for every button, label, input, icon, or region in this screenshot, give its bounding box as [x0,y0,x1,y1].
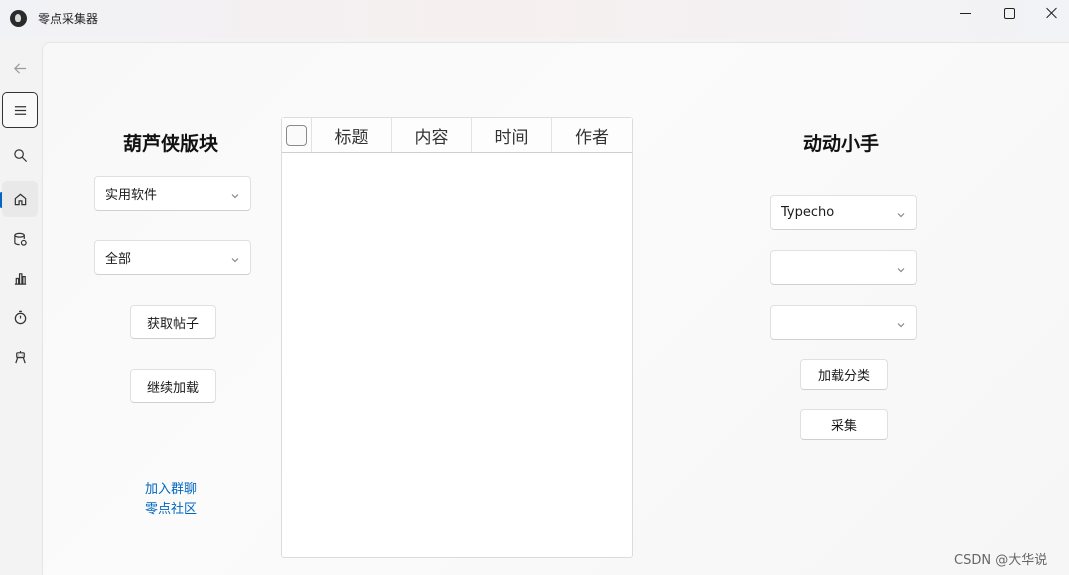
select-all-checkbox[interactable] [286,124,307,146]
close-button[interactable] [1030,0,1069,24]
category-select[interactable]: 实用软件 [94,176,251,211]
column-header-time[interactable]: 时间 [472,118,552,152]
search-icon [13,148,27,162]
home-icon [14,193,26,205]
column-header-author[interactable]: 作者 [552,118,632,152]
watermark: CSDN @大华说 [954,553,1048,568]
chevron-down-icon [231,189,239,199]
maximize-button[interactable] [987,0,1031,24]
column-header-content[interactable]: 内容 [392,118,472,152]
back-button[interactable] [2,50,38,86]
navigation-rail [0,42,42,575]
chevron-down-icon [897,208,905,218]
nav-item-timer[interactable] [2,299,38,335]
chevron-down-icon [897,263,905,273]
nav-item-home[interactable] [2,181,38,217]
minimize-icon [959,12,971,14]
community-link[interactable]: 零点社区 [145,498,197,517]
back-arrow-icon [13,62,26,74]
menu-toggle-button[interactable] [2,92,38,128]
chevron-down-icon [897,318,905,328]
window-title: 零点采集器 [38,12,99,26]
platform-select[interactable]: Typecho [770,195,917,230]
table-header: 标题 内容 时间 作者 [282,118,632,153]
nav-item-search[interactable] [2,137,38,173]
robot-icon [14,350,26,363]
platform-select-value: Typecho [781,205,835,220]
chevron-down-icon [231,253,239,263]
title-bar: 零点采集器 [0,0,1069,38]
filter-select-value: 全部 [105,252,132,267]
database-icon [13,232,27,246]
main-content: 葫芦侠版块 实用软件 全部 获取帖子 继续加载 加入群聊 零点社区 标题 内容 … [42,42,1069,575]
filter-select[interactable]: 全部 [94,240,251,275]
join-group-link[interactable]: 加入群聊 [145,478,197,497]
right-panel-title: 动动小手 [803,133,880,155]
nav-item-chart[interactable] [2,260,38,296]
left-panel-title: 葫芦侠版块 [123,133,219,155]
select-all-cell [282,118,312,152]
menu-icon [14,105,26,115]
maximize-icon [1003,7,1015,19]
column-header-title[interactable]: 标题 [312,118,392,152]
site-select[interactable] [770,250,917,285]
bar-chart-icon [14,272,26,285]
load-more-button[interactable]: 继续加载 [130,369,216,403]
close-icon [1046,7,1058,19]
nav-item-database[interactable] [2,221,38,257]
posts-table[interactable]: 标题 内容 时间 作者 [281,117,633,558]
fetch-posts-button[interactable]: 获取帖子 [130,305,216,339]
timer-icon [14,310,26,324]
nav-item-robot[interactable] [2,339,38,375]
collect-button[interactable]: 采集 [800,409,888,440]
app-logo-icon [10,10,27,27]
load-category-button[interactable]: 加载分类 [800,359,888,390]
category-select-value: 实用软件 [105,188,158,203]
minimize-button[interactable] [943,0,987,24]
category-target-select[interactable] [770,305,917,340]
